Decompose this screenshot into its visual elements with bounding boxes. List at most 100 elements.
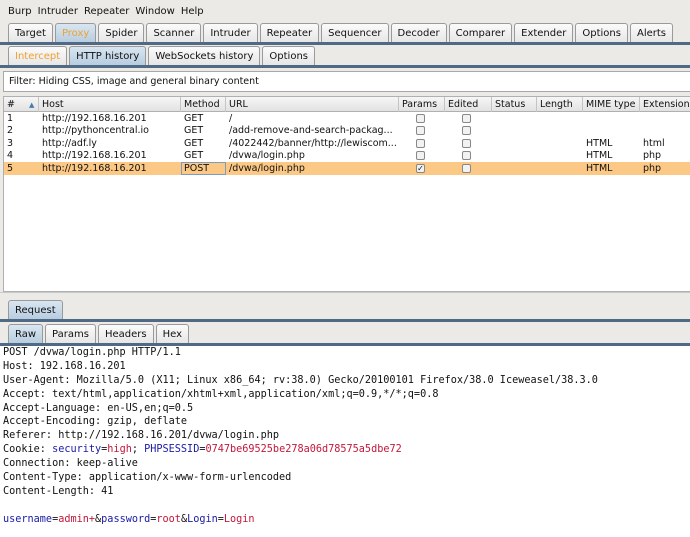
menu-burp[interactable]: Burp — [8, 6, 32, 17]
table-row[interactable]: 2 http://pythoncentral.io GET/add-remove-a… — [4, 125, 690, 138]
raw-line: Accept-Encoding: gzip, deflate — [3, 415, 598, 429]
tab-sequencer[interactable]: Sequencer — [321, 23, 389, 42]
column-header-edited[interactable]: Edited — [445, 97, 492, 112]
raw-line: Connection: keep-alive — [3, 457, 598, 471]
column-header-mimetype[interactable]: MIME type — [583, 97, 640, 112]
raw-request-editor[interactable]: POST /dvwa/login.php HTTP/1.1 Host: 192.1… — [3, 346, 598, 527]
table-row[interactable]: 4 http://192.168.16.201 GET/dvwa/login.php… — [4, 150, 690, 163]
column-header-host[interactable]: Host — [39, 97, 181, 112]
raw-line: Host: 192.168.16.201 — [3, 360, 598, 374]
cell-length — [537, 162, 583, 175]
cell-num: 3 — [7, 137, 14, 149]
cell-host: http://pythoncentral.io — [42, 125, 149, 137]
tab-divider — [0, 42, 690, 45]
tab-decoder[interactable]: Decoder — [390, 23, 447, 42]
cell-num: 1 — [7, 112, 14, 124]
menu-window[interactable]: Window — [135, 6, 174, 17]
raw-line: Accept: text/html,application/xhtml+xml,… — [3, 388, 598, 402]
tab-options[interactable]: Options — [575, 23, 628, 42]
text: Content-Type: application/x-www-form-url… — [3, 472, 292, 484]
edited-checkbox[interactable] — [462, 163, 471, 173]
column-label: Status — [495, 99, 526, 110]
menu-intruder[interactable]: Intruder — [38, 6, 78, 17]
table-header: # ▲ Host Method URL Params Edited Status Length M… — [4, 97, 690, 112]
cell-mime: HTML — [586, 150, 613, 162]
tab-proxy[interactable]: Proxy — [54, 23, 97, 42]
cell-params — [399, 137, 445, 150]
edited-checkbox[interactable] — [462, 151, 471, 161]
tab-params[interactable]: Params — [45, 324, 96, 343]
params-checkbox[interactable] — [416, 126, 425, 136]
main-tabs: Target Proxy Spider Scanner Intruder Repeater… — [8, 23, 673, 42]
raw-line: Content-Length: 41 — [3, 485, 598, 499]
edited-checkbox[interactable] — [462, 126, 471, 136]
text: Referer: http://192.168.16.201/dvwa/logi… — [3, 430, 280, 442]
splitter[interactable] — [0, 292, 690, 293]
tab-alerts[interactable]: Alerts — [629, 23, 673, 42]
tab-intercept[interactable]: Intercept — [8, 46, 68, 65]
cell-num: 2 — [7, 125, 14, 137]
text: Accept-Language: en-US,en;q=0.5 — [3, 402, 194, 414]
cell-edited — [445, 112, 492, 125]
column-header-length[interactable]: Length — [537, 97, 583, 112]
tab-http-history[interactable]: HTTP history — [69, 46, 147, 65]
tab-websockets-history[interactable]: WebSockets history — [148, 46, 261, 65]
menu-help[interactable]: Help — [181, 6, 204, 17]
cell-mime: HTML — [586, 162, 613, 174]
tab-spider[interactable]: Spider — [98, 23, 145, 42]
tab-raw[interactable]: Raw — [8, 324, 44, 343]
request-tabs: Request — [8, 300, 63, 319]
tab-intruder[interactable]: Intruder — [203, 23, 258, 42]
cell-ext: php — [643, 162, 662, 174]
table-row[interactable]: 5 http://192.168.16.201 POST/dvwa/login.ph… — [4, 162, 690, 175]
cell-params — [399, 125, 445, 138]
text: ; — [131, 444, 145, 456]
tab-comparer[interactable]: Comparer — [448, 23, 513, 42]
proxy-tabs: Intercept HTTP history WebSockets history O… — [8, 46, 315, 65]
cell-method: GET — [184, 125, 204, 137]
tab-extender[interactable]: Extender — [514, 23, 574, 42]
table-row[interactable]: 3 http://adf.ly GET/4022442/banner/http://… — [4, 137, 690, 150]
tab-target[interactable]: Target — [8, 23, 53, 42]
raw-line: Content-Type: application/x-www-form-url… — [3, 471, 598, 485]
raw-line: Cookie: security=high; PHPSESSID=0747be6… — [3, 443, 598, 457]
tab-repeater[interactable]: Repeater — [259, 23, 320, 42]
raw-line: POST /dvwa/login.php HTTP/1.1 — [3, 346, 598, 360]
params-checkbox[interactable] — [416, 138, 425, 148]
cell-num: 4 — [7, 150, 14, 162]
edited-checkbox[interactable] — [462, 113, 471, 123]
column-header-url[interactable]: URL — [226, 97, 399, 112]
text: Accept: text/html,application/xhtml+xml,… — [3, 388, 439, 400]
raw-line: username=admin+&password=root&Login=Logi… — [3, 513, 598, 527]
cell-num: 5 — [7, 162, 14, 174]
column-header-params[interactable]: Params — [399, 97, 445, 112]
cell-host: http://adf.ly — [42, 137, 97, 149]
cell-status — [492, 137, 537, 150]
filter-bar[interactable]: Filter: Hiding CSS, image and general bi… — [3, 71, 690, 92]
history-table: # ▲ Host Method URL Params Edited Status Length M… — [3, 96, 690, 292]
cell-ext: html — [643, 137, 665, 149]
tab-headers[interactable]: Headers — [97, 324, 154, 343]
param-name: username — [3, 513, 53, 525]
menu-repeater[interactable]: Repeater — [84, 6, 129, 17]
tab-hex[interactable]: Hex — [155, 324, 189, 343]
tab-options[interactable]: Options — [262, 46, 315, 65]
column-header-[interactable]: # ▲ — [4, 97, 39, 112]
params-checkbox[interactable] — [416, 151, 425, 161]
text: Accept-Encoding: gzip, deflate — [3, 416, 188, 428]
params-checkbox[interactable]: ✓ — [416, 163, 425, 173]
cell-ext — [640, 125, 690, 138]
param-value: admin+ — [58, 513, 96, 525]
table-row[interactable]: 1 http://192.168.16.201 GET / — [4, 112, 690, 125]
column-header-status[interactable]: Status — [492, 97, 537, 112]
column-label: Method — [184, 99, 220, 110]
param-name: Login — [187, 513, 218, 525]
edited-checkbox[interactable] — [462, 138, 471, 148]
params-checkbox[interactable] — [416, 113, 425, 123]
cell-url: /add-remove-and-search-packag... — [229, 125, 393, 137]
column-header-method[interactable]: Method — [181, 97, 226, 112]
tab-scanner[interactable]: Scanner — [146, 23, 202, 42]
tab-request[interactable]: Request — [8, 300, 63, 319]
cell-edited — [445, 150, 492, 163]
column-header-extension[interactable]: Extension — [640, 97, 690, 112]
